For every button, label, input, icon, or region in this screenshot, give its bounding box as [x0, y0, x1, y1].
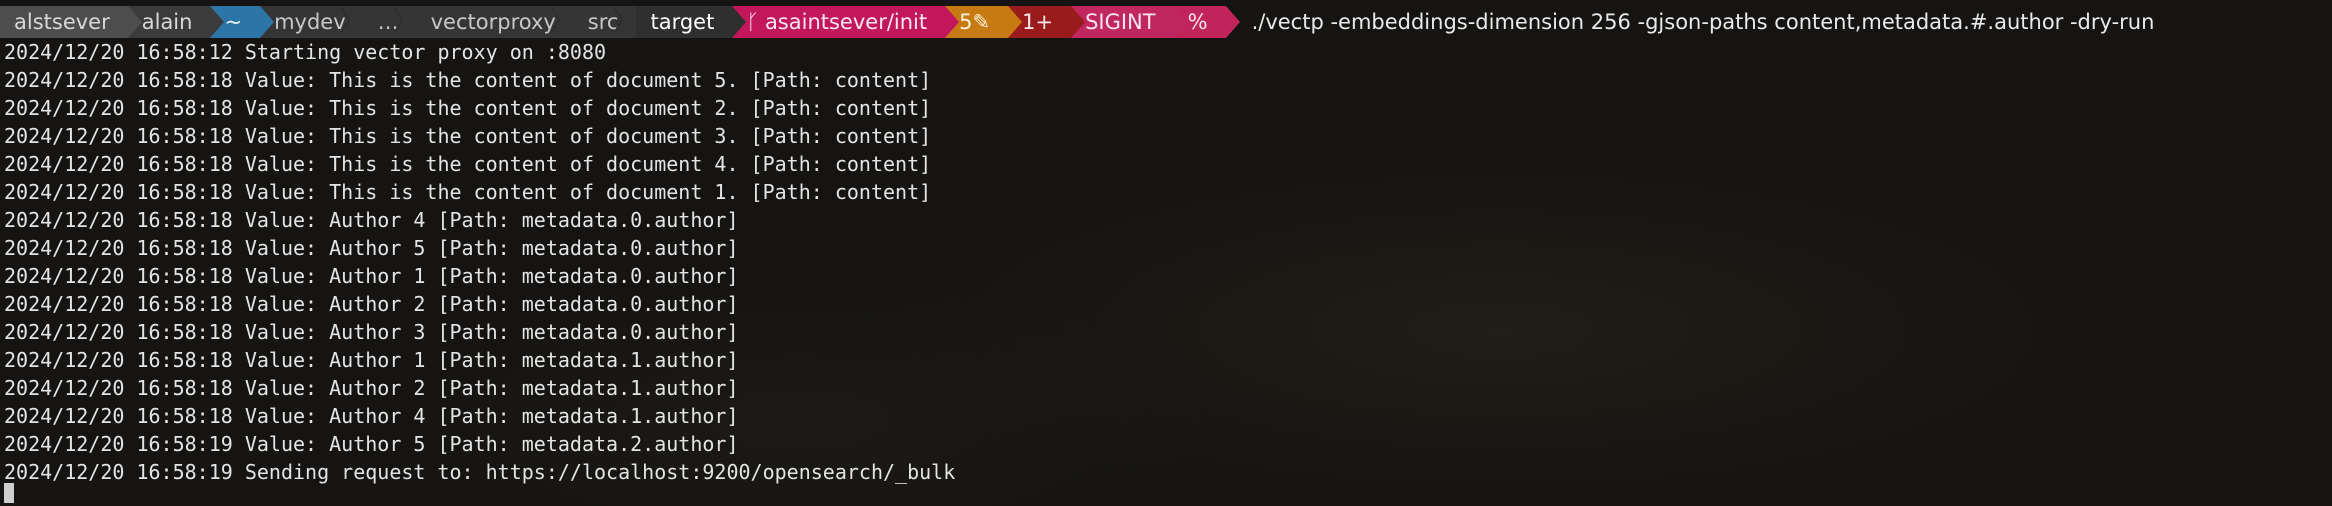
output-line: 2024/12/20 16:58:18 Value: This is the c… [4, 180, 932, 204]
prompt-signal: SIGINT [1085, 10, 1156, 34]
path-separator-icon: 〉 [612, 7, 639, 37]
prompt-dir-vectorproxy: vectorproxy [430, 10, 556, 34]
shell-prompt: alstsever alain ~ mydev 〉 … 〉 vectorprox… [0, 6, 2154, 38]
powerline-separator [1008, 6, 1023, 38]
output-line: 2024/12/20 16:58:18 Value: Author 1 [Pat… [4, 264, 739, 288]
prompt-jobs: 1+ [1022, 10, 1054, 34]
prompt-dir-segment: src 〉 [573, 6, 639, 38]
prompt-user-segment: alstsever [0, 6, 142, 38]
output-line: 2024/12/20 16:58:18 Value: Author 4 [Pat… [4, 208, 739, 232]
path-separator-icon: 〉 [392, 7, 419, 37]
output-line: 2024/12/20 16:58:18 Value: Author 2 [Pat… [4, 292, 739, 316]
output-line: 2024/12/20 16:58:18 Value: Author 5 [Pat… [4, 236, 739, 260]
path-separator-icon: 〉 [549, 7, 576, 37]
powerline-separator [732, 6, 747, 38]
output-line: 2024/12/20 16:58:18 Value: Author 4 [Pat… [4, 404, 739, 428]
prompt-user: alstsever [14, 10, 110, 34]
terminal-cursor[interactable] [4, 483, 14, 503]
output-line: 2024/12/20 16:58:12 Starting vector prox… [4, 40, 607, 64]
prompt-dir-segment: … 〉 [363, 6, 419, 38]
powerline-separator [127, 6, 142, 38]
output-line: 2024/12/20 16:58:18 Value: This is the c… [4, 152, 932, 176]
prompt-signal-segment: SIGINT [1071, 6, 1188, 38]
powerline-separator [260, 6, 275, 38]
output-line: 2024/12/20 16:58:18 Value: This is the c… [4, 124, 932, 148]
path-separator-icon: 〉 [339, 7, 366, 37]
output-line: 2024/12/20 16:58:18 Value: Author 3 [Pat… [4, 320, 739, 344]
output-line: 2024/12/20 16:58:18 Value: Author 1 [Pat… [4, 348, 739, 372]
powerline-separator [945, 6, 960, 38]
prompt-dir-segment: target [636, 6, 747, 38]
output-line: 2024/12/20 16:58:19 Sending request to: … [4, 460, 956, 484]
prompt-git-segment: ᚴ asaintsever/init [732, 6, 960, 38]
powerline-separator [1225, 6, 1240, 38]
prompt-dir-target: target [650, 10, 715, 34]
output-line: 2024/12/20 16:58:18 Value: This is the c… [4, 68, 932, 92]
prompt-home: ~ [224, 10, 243, 34]
branch-icon: ᚴ [746, 10, 759, 34]
command-line: ./vectp -embeddings-dimension 256 -gjson… [1251, 10, 2155, 34]
prompt-dir-segment: vectorproxy 〉 [416, 6, 576, 38]
powerline-separator [210, 6, 225, 38]
powerline-separator [1173, 6, 1188, 38]
prompt-host: alain [141, 10, 193, 34]
prompt-git-branch: asaintsever/init [764, 10, 928, 34]
output-line: 2024/12/20 16:58:18 Value: Author 2 [Pat… [4, 376, 739, 400]
output-line: 2024/12/20 16:58:18 Value: This is the c… [4, 96, 932, 120]
powerline-separator [1071, 6, 1086, 38]
prompt-dir-mydev: mydev [274, 10, 346, 34]
prompt-symbol: % [1187, 10, 1208, 34]
output-line: 2024/12/20 16:58:19 Value: Author 5 [Pat… [4, 432, 739, 456]
terminal-output: 2024/12/20 16:58:12 Starting vector prox… [4, 38, 955, 486]
terminal-window[interactable]: alstsever alain ~ mydev 〉 … 〉 vectorprox… [0, 0, 2332, 506]
prompt-dir-segment: mydev 〉 [260, 6, 366, 38]
prompt-stash: 5✎ [959, 10, 991, 34]
